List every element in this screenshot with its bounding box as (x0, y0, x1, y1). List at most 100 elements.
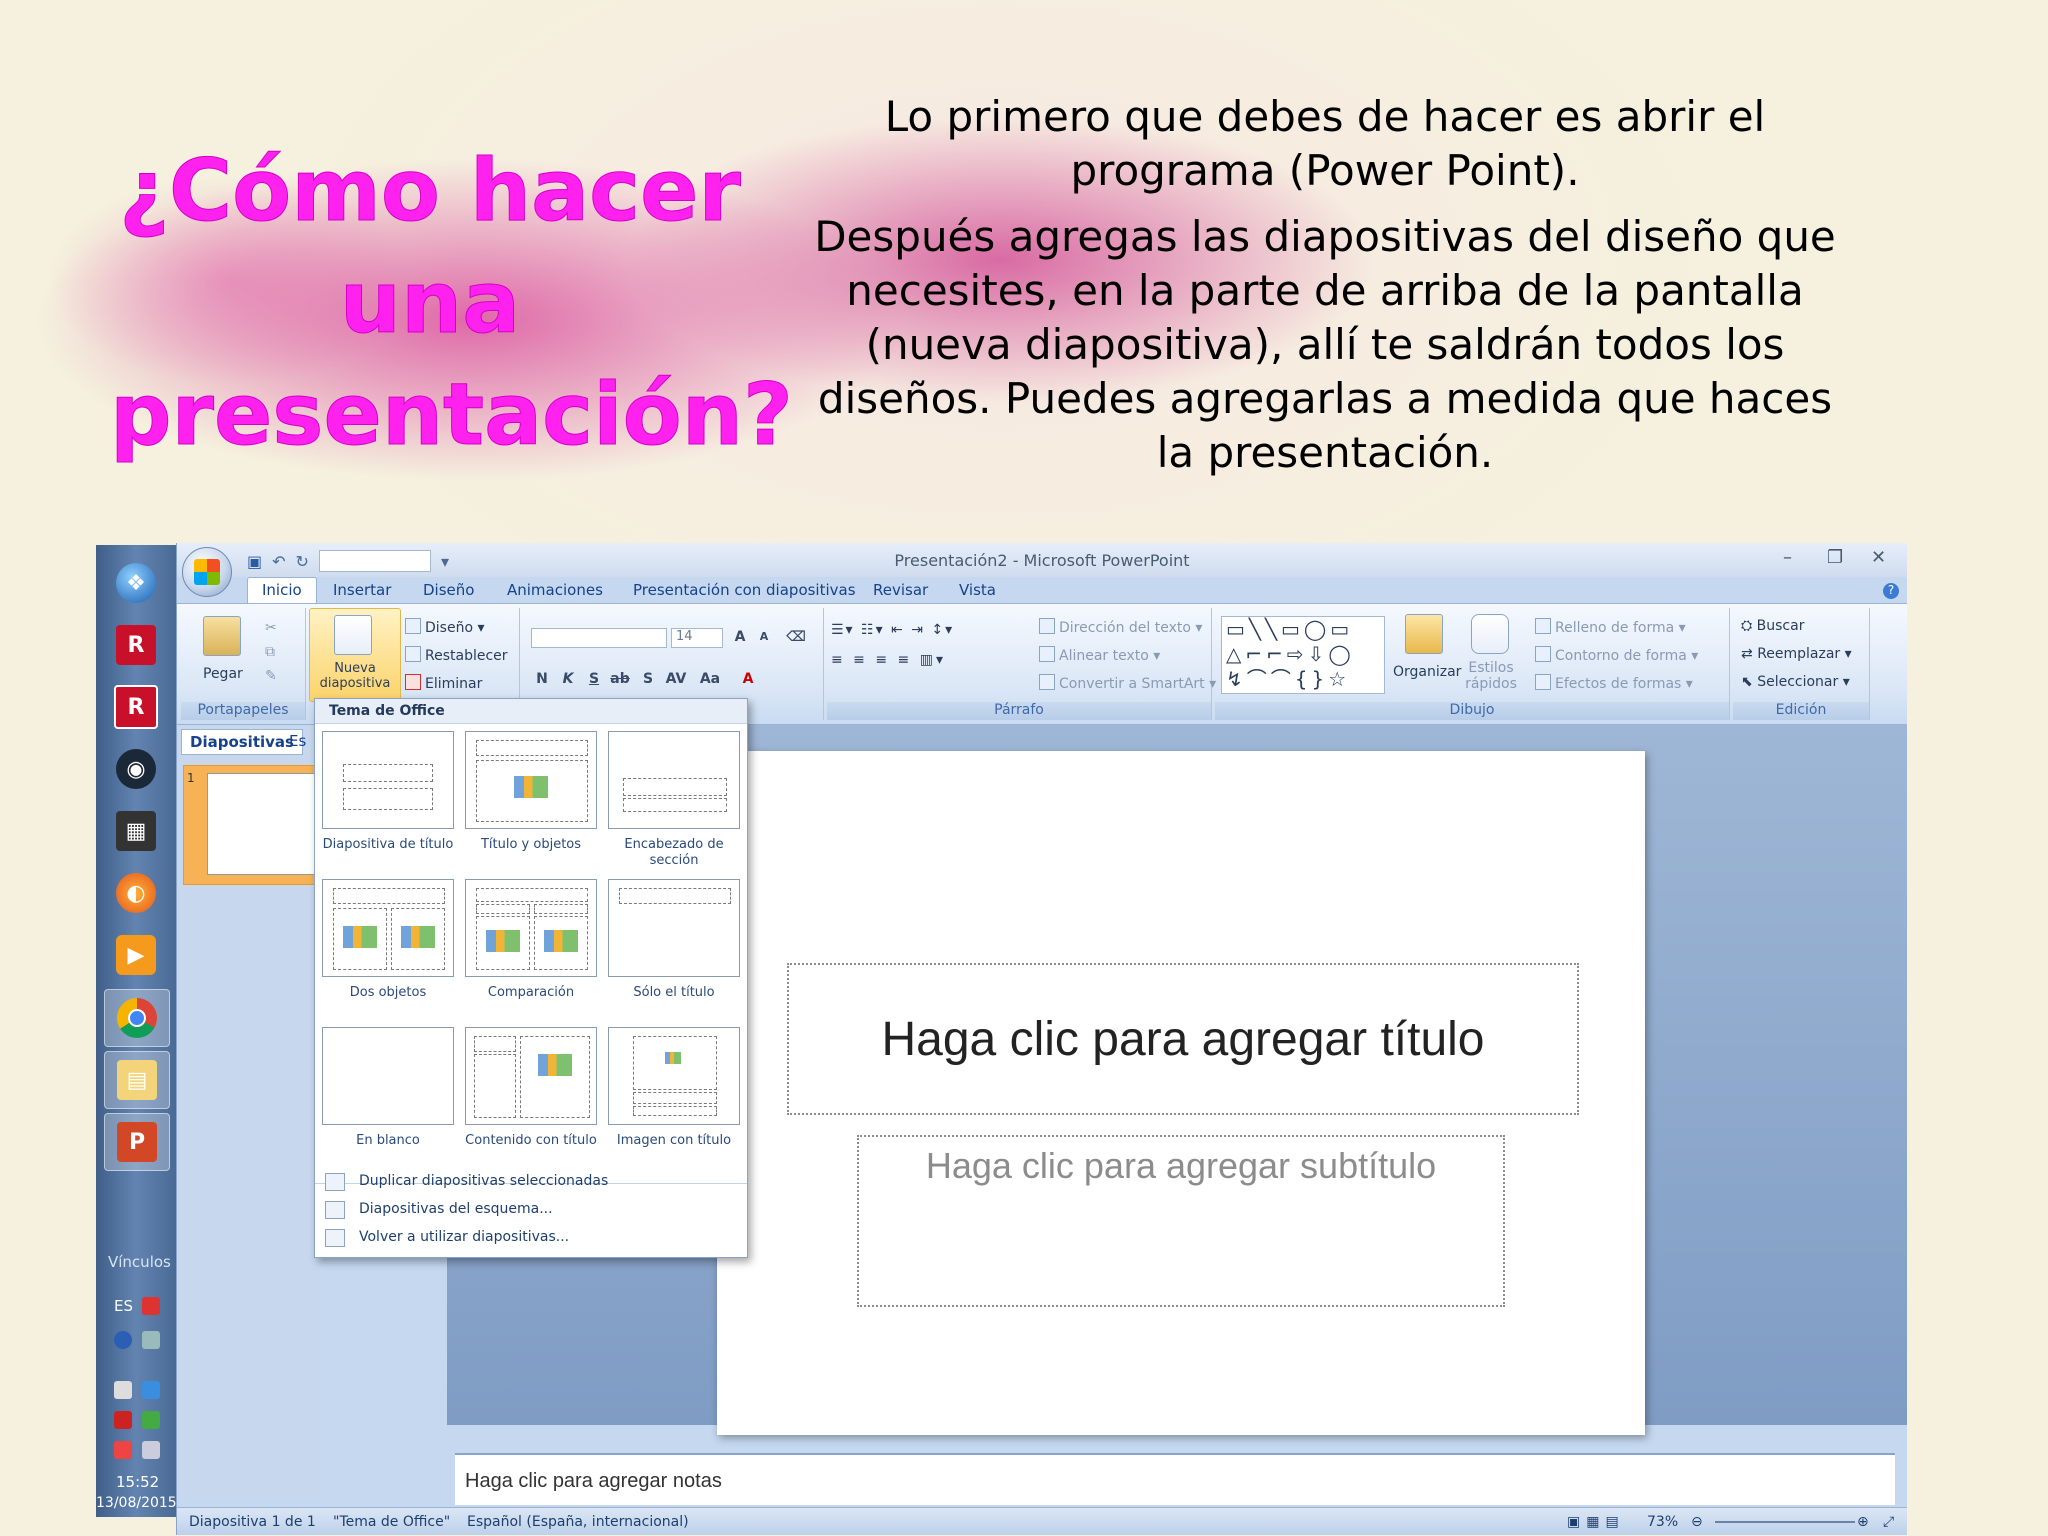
tab-inicio[interactable]: Inicio (247, 577, 317, 604)
align-text-button[interactable]: Alinear texto ▾ (1039, 646, 1160, 664)
language-status[interactable]: Español (España, internacional) (467, 1514, 689, 1530)
zoom-out-icon[interactable]: ⊖ (1691, 1514, 1703, 1530)
taskbar-app-media-player[interactable]: ▶ (104, 927, 168, 983)
layout-titulo-y-objetos[interactable]: Título y objetos (464, 731, 598, 853)
layout-button[interactable]: Diseño ▾ (405, 618, 485, 636)
cut-icon[interactable]: ✂ (265, 620, 277, 636)
zoom-slider[interactable] (1715, 1521, 1855, 1523)
strikethrough-icon[interactable]: ab (609, 668, 631, 690)
subtitle-placeholder[interactable]: Haga clic para agregar subtítulo (857, 1135, 1505, 1307)
layout-solo-el-titulo[interactable]: Sólo el título (607, 879, 741, 1001)
theme-status: "Tema de Office" (333, 1514, 451, 1530)
layout-encabezado-de-seccion[interactable]: Encabezado de sección (607, 731, 741, 869)
clock-date[interactable]: 13/08/2015 (96, 1495, 177, 1511)
network-tray-icon[interactable] (114, 1381, 132, 1399)
window-tray-icon[interactable] (142, 1331, 160, 1349)
font-color-icon[interactable]: A (737, 668, 759, 690)
volume-tray-icon[interactable] (142, 1441, 160, 1459)
close-icon[interactable]: ✕ (1871, 547, 1886, 568)
align-buttons[interactable]: ≡ ≡ ≡ ≡ ▥▾ (831, 652, 946, 668)
start-button[interactable]: ❖ (104, 555, 168, 611)
taskbar-app-steam[interactable]: ◉ (104, 741, 168, 797)
skype-tray-icon[interactable] (142, 1381, 160, 1399)
qat-combo[interactable] (318, 550, 431, 572)
slides-from-outline-command[interactable]: Diapositivas del esquema... (359, 1201, 553, 1217)
taskbar-app-movie-maker[interactable]: ▦ (104, 803, 168, 859)
taskbar-app-roblox-studio[interactable]: R (104, 679, 168, 735)
layout-imagen-con-titulo[interactable]: Imagen con título (607, 1027, 741, 1149)
alert-tray-icon[interactable] (114, 1441, 132, 1459)
language-indicator[interactable]: ES (114, 1297, 133, 1315)
tab-vista[interactable]: Vista (959, 581, 996, 599)
layout-contenido-con-titulo[interactable]: Contenido con título (464, 1027, 598, 1149)
undo-icon[interactable]: ↶ (272, 552, 285, 571)
spacing-icon[interactable]: AV (665, 668, 687, 690)
underline-icon[interactable]: S (583, 668, 605, 690)
taskbar-app-explorer[interactable]: ▤ (104, 1051, 170, 1109)
title-placeholder[interactable]: Haga clic para agregar título (787, 963, 1579, 1115)
text-direction-button[interactable]: Dirección del texto ▾ (1039, 618, 1202, 636)
duplicate-slides-command[interactable]: Duplicar diapositivas seleccionadas (359, 1173, 608, 1189)
minimize-icon[interactable]: – (1783, 547, 1792, 568)
help-icon[interactable]: ? (1883, 583, 1899, 599)
save-icon[interactable]: ▣ (247, 552, 262, 571)
redo-icon[interactable]: ↻ (296, 552, 309, 571)
grow-font-icon[interactable]: A (729, 626, 751, 648)
paste-button[interactable]: Pegar (203, 666, 243, 682)
bold-icon[interactable]: N (531, 668, 553, 690)
customize-qat-icon[interactable]: ▾ (441, 552, 449, 571)
layout-dos-objetos[interactable]: Dos objetos (321, 879, 455, 1001)
shape-outline-button[interactable]: Contorno de forma ▾ (1535, 646, 1698, 664)
tab-outline[interactable]: Es (281, 729, 314, 753)
taskbar-app-firefox[interactable]: ◐ (104, 865, 168, 921)
view-buttons[interactable]: ▣▦▤ (1567, 1514, 1625, 1530)
clock-time[interactable]: 15:52 (116, 1473, 159, 1491)
case-icon[interactable]: Aa (699, 668, 721, 690)
replace-button[interactable]: ⇄ Reemplazar ▾ (1741, 646, 1852, 662)
restore-icon[interactable]: ❐ (1827, 547, 1843, 568)
help-tray-icon[interactable] (114, 1331, 132, 1349)
layout-comparacion[interactable]: Comparación (464, 879, 598, 1001)
tab-presentacion[interactable]: Presentación con diapositivas (633, 581, 856, 599)
taskbar-app-chrome[interactable] (104, 989, 170, 1047)
shield-tray-icon[interactable] (142, 1411, 160, 1429)
font-name-field[interactable] (531, 628, 667, 648)
office-button[interactable] (182, 547, 232, 597)
italic-icon[interactable]: K (557, 668, 579, 690)
layout-diapositiva-de-titulo[interactable]: Diapositiva de título (321, 731, 455, 853)
delete-slide-button[interactable]: Eliminar (405, 674, 482, 692)
quick-styles-button[interactable]: Estilos rápidos (1461, 660, 1521, 692)
shadow-icon[interactable]: S (637, 668, 659, 690)
notes-pane[interactable]: Haga clic para agregar notas (455, 1453, 1895, 1505)
reuse-slides-command[interactable]: Volver a utilizar diapositivas... (359, 1229, 569, 1245)
copy-icon[interactable]: ⧉ (265, 644, 275, 660)
shrink-font-icon[interactable]: A (753, 626, 775, 648)
slide-canvas[interactable]: Haga clic para agregar título Haga clic … (717, 751, 1645, 1435)
flag-tray-icon[interactable] (114, 1411, 132, 1429)
find-button[interactable]: ⛭ Buscar (1741, 618, 1804, 634)
smartart-button[interactable]: Convertir a SmartArt ▾ (1039, 674, 1216, 692)
shape-effects-button[interactable]: Efectos de formas ▾ (1535, 674, 1693, 692)
tab-animaciones[interactable]: Animaciones (507, 581, 603, 599)
font-size-field[interactable]: 14 (671, 628, 723, 648)
pdf-tray-icon[interactable] (142, 1297, 160, 1315)
clear-format-icon[interactable]: ⌫ (785, 626, 807, 648)
shape-fill-button[interactable]: Relleno de forma ▾ (1535, 618, 1686, 636)
zoom-in-icon[interactable]: ⊕ (1857, 1514, 1869, 1530)
slides-pane: Diapositivas Es 1 (177, 725, 333, 1495)
format-painter-icon[interactable]: ✎ (265, 668, 277, 684)
shapes-gallery[interactable]: ▭╲╲▭◯▭ △⌐⌐⇨⇩◯ ↯⌒⌒{}☆ (1221, 616, 1385, 694)
arrange-button[interactable]: Organizar (1393, 664, 1461, 680)
taskbar-app-roblox[interactable]: R (104, 617, 168, 673)
new-slide-button[interactable]: Nueva diapositiva (309, 608, 401, 702)
select-button[interactable]: ⬉ Seleccionar ▾ (1741, 674, 1850, 690)
taskbar-app-powerpoint[interactable]: P (104, 1113, 170, 1171)
tab-insertar[interactable]: Insertar (333, 581, 391, 599)
tab-revisar[interactable]: Revisar (873, 581, 928, 599)
layout-en-blanco[interactable]: En blanco (321, 1027, 455, 1149)
reset-button[interactable]: Restablecer (405, 646, 508, 664)
fit-window-icon[interactable]: ⤢ (1883, 1514, 1894, 1530)
tab-diseno[interactable]: Diseño (423, 581, 474, 599)
list-buttons[interactable]: ☰▾ ☷▾ ⇤ ⇥ ↕▾ (831, 622, 954, 638)
zoom-level[interactable]: 73% (1647, 1514, 1678, 1530)
